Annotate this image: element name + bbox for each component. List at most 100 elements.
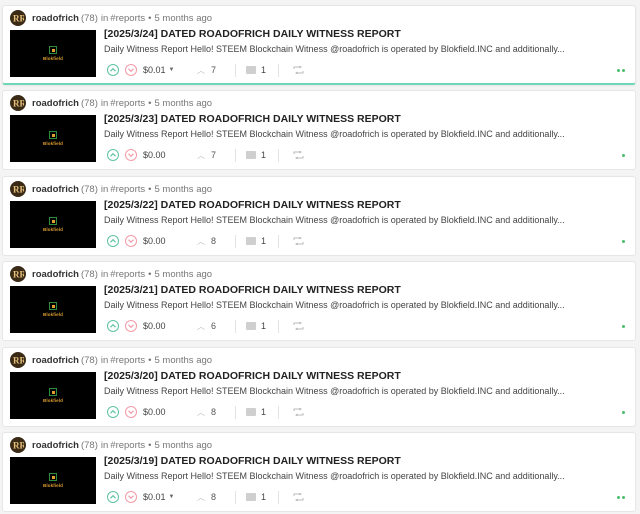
post-title[interactable]: [2025/3/23] DATED ROADOFRICH DAILY WITNE… bbox=[104, 113, 401, 125]
post-card[interactable]: RR roadofrich (78) in #reports • 5 month… bbox=[2, 176, 636, 256]
status-dot bbox=[622, 240, 625, 243]
post-card[interactable]: RR roadofrich (78) in #reports • 5 month… bbox=[2, 90, 636, 170]
comment-count[interactable]: 1 bbox=[246, 492, 278, 502]
post-age[interactable]: 5 months ago bbox=[154, 98, 212, 109]
comment-count[interactable]: 1 bbox=[246, 321, 278, 331]
author-avatar[interactable]: RR bbox=[10, 95, 26, 111]
reblog-icon bbox=[293, 408, 304, 416]
comment-icon bbox=[246, 493, 256, 501]
author-name[interactable]: roadofrich bbox=[32, 269, 79, 280]
upvote-button[interactable] bbox=[107, 320, 119, 332]
post-tag[interactable]: #reports bbox=[110, 98, 145, 109]
vote-count[interactable]: ︿ 6 bbox=[197, 321, 235, 332]
post-tag[interactable]: #reports bbox=[110, 440, 145, 451]
post-title[interactable]: [2025/3/21] DATED ROADOFRICH DAILY WITNE… bbox=[104, 284, 401, 296]
downvote-button[interactable] bbox=[125, 491, 137, 503]
author-name[interactable]: roadofrich bbox=[32, 184, 79, 195]
post-tag[interactable]: #reports bbox=[110, 269, 145, 280]
upvote-button[interactable] bbox=[107, 406, 119, 418]
payout-value[interactable]: $0.01 ▼ bbox=[143, 492, 183, 502]
post-card[interactable]: RR roadofrich (78) in #reports • 5 month… bbox=[2, 432, 636, 512]
post-thumbnail[interactable]: Blokfield bbox=[10, 201, 96, 248]
post-summary[interactable]: Daily Witness Report Hello! STEEM Blockc… bbox=[104, 300, 565, 310]
payout-value[interactable]: $0.00 bbox=[143, 321, 183, 331]
post-thumbnail[interactable]: Blokfield bbox=[10, 372, 96, 419]
post-title[interactable]: [2025/3/19] DATED ROADOFRICH DAILY WITNE… bbox=[104, 455, 401, 467]
author-avatar[interactable]: RR bbox=[10, 352, 26, 368]
vote-count[interactable]: ︿ 7 bbox=[197, 150, 235, 161]
payout-value[interactable]: $0.00 bbox=[143, 236, 183, 246]
post-summary[interactable]: Daily Witness Report Hello! STEEM Blockc… bbox=[104, 471, 565, 481]
author-avatar[interactable]: RR bbox=[10, 10, 26, 26]
post-thumbnail[interactable]: Blokfield bbox=[10, 286, 96, 333]
post-summary[interactable]: Daily Witness Report Hello! STEEM Blockc… bbox=[104, 44, 565, 54]
action-divider bbox=[278, 63, 279, 77]
reblog-button[interactable] bbox=[293, 66, 304, 74]
reblog-button[interactable] bbox=[293, 151, 304, 159]
payout-value[interactable]: $0.01 ▼ bbox=[143, 65, 183, 75]
post-tag[interactable]: #reports bbox=[110, 184, 145, 195]
post-title[interactable]: [2025/3/24] DATED ROADOFRICH DAILY WITNE… bbox=[104, 28, 401, 40]
post-age[interactable]: 5 months ago bbox=[154, 184, 212, 195]
author-avatar[interactable]: RR bbox=[10, 266, 26, 282]
post-age[interactable]: 5 months ago bbox=[154, 269, 212, 280]
upvote-button[interactable] bbox=[107, 64, 119, 76]
comment-count[interactable]: 1 bbox=[246, 150, 278, 160]
post-card[interactable]: RR roadofrich (78) in #reports • 5 month… bbox=[2, 347, 636, 427]
post-card[interactable]: RR roadofrich (78) in #reports • 5 month… bbox=[2, 5, 636, 85]
post-thumbnail[interactable]: Blokfield bbox=[10, 457, 96, 504]
comment-count[interactable]: 1 bbox=[246, 236, 278, 246]
reblog-button[interactable] bbox=[293, 322, 304, 330]
downvote-button[interactable] bbox=[125, 64, 137, 76]
chevron-down-icon bbox=[128, 495, 134, 500]
payout-value[interactable]: $0.00 bbox=[143, 150, 183, 160]
downvote-button[interactable] bbox=[125, 406, 137, 418]
status-indicator bbox=[620, 411, 625, 414]
payout-value[interactable]: $0.00 bbox=[143, 407, 183, 417]
post-thumbnail[interactable]: Blokfield bbox=[10, 115, 96, 162]
status-dot bbox=[622, 325, 625, 328]
post-age[interactable]: 5 months ago bbox=[154, 355, 212, 366]
author-name[interactable]: roadofrich bbox=[32, 98, 79, 109]
chevron-up-icon bbox=[110, 238, 116, 243]
reblog-button[interactable] bbox=[293, 408, 304, 416]
comment-count[interactable]: 1 bbox=[246, 407, 278, 417]
downvote-button[interactable] bbox=[125, 235, 137, 247]
chevron-down-icon bbox=[128, 239, 134, 244]
blokfield-logo-icon bbox=[49, 131, 57, 139]
author-name[interactable]: roadofrich bbox=[32, 440, 79, 451]
post-actions: $0.00 ︿ 6 1 bbox=[107, 319, 304, 333]
vote-count[interactable]: ︿ 8 bbox=[197, 236, 235, 247]
post-tag[interactable]: #reports bbox=[110, 13, 145, 24]
vote-count[interactable]: ︿ 8 bbox=[197, 407, 235, 418]
downvote-button[interactable] bbox=[125, 320, 137, 332]
author-name[interactable]: roadofrich bbox=[32, 355, 79, 366]
comment-count[interactable]: 1 bbox=[246, 65, 278, 75]
author-name[interactable]: roadofrich bbox=[32, 13, 79, 24]
post-tag[interactable]: #reports bbox=[110, 355, 145, 366]
reblog-button[interactable] bbox=[293, 493, 304, 501]
svg-text:RR: RR bbox=[13, 99, 24, 109]
status-indicator bbox=[615, 496, 625, 499]
author-avatar[interactable]: RR bbox=[10, 181, 26, 197]
author-avatar[interactable]: RR bbox=[10, 437, 26, 453]
chevron-down-icon bbox=[128, 153, 134, 158]
upvote-button[interactable] bbox=[107, 491, 119, 503]
post-age[interactable]: 5 months ago bbox=[154, 440, 212, 451]
post-age[interactable]: 5 months ago bbox=[154, 13, 212, 24]
vote-count[interactable]: ︿ 7 bbox=[197, 65, 235, 76]
post-title[interactable]: [2025/3/20] DATED ROADOFRICH DAILY WITNE… bbox=[104, 370, 401, 382]
post-summary[interactable]: Daily Witness Report Hello! STEEM Blockc… bbox=[104, 129, 565, 139]
post-thumbnail[interactable]: Blokfield bbox=[10, 30, 96, 77]
post-summary[interactable]: Daily Witness Report Hello! STEEM Blockc… bbox=[104, 215, 565, 225]
post-actions: $0.01 ▼ ︿ 8 1 bbox=[107, 490, 304, 504]
upvote-button[interactable] bbox=[107, 149, 119, 161]
post-summary[interactable]: Daily Witness Report Hello! STEEM Blockc… bbox=[104, 386, 565, 396]
upvote-button[interactable] bbox=[107, 235, 119, 247]
post-title[interactable]: [2025/3/22] DATED ROADOFRICH DAILY WITNE… bbox=[104, 199, 401, 211]
downvote-button[interactable] bbox=[125, 149, 137, 161]
post-card[interactable]: RR roadofrich (78) in #reports • 5 month… bbox=[2, 261, 636, 341]
blokfield-logo-icon bbox=[49, 388, 57, 396]
reblog-button[interactable] bbox=[293, 237, 304, 245]
vote-count[interactable]: ︿ 8 bbox=[197, 492, 235, 503]
